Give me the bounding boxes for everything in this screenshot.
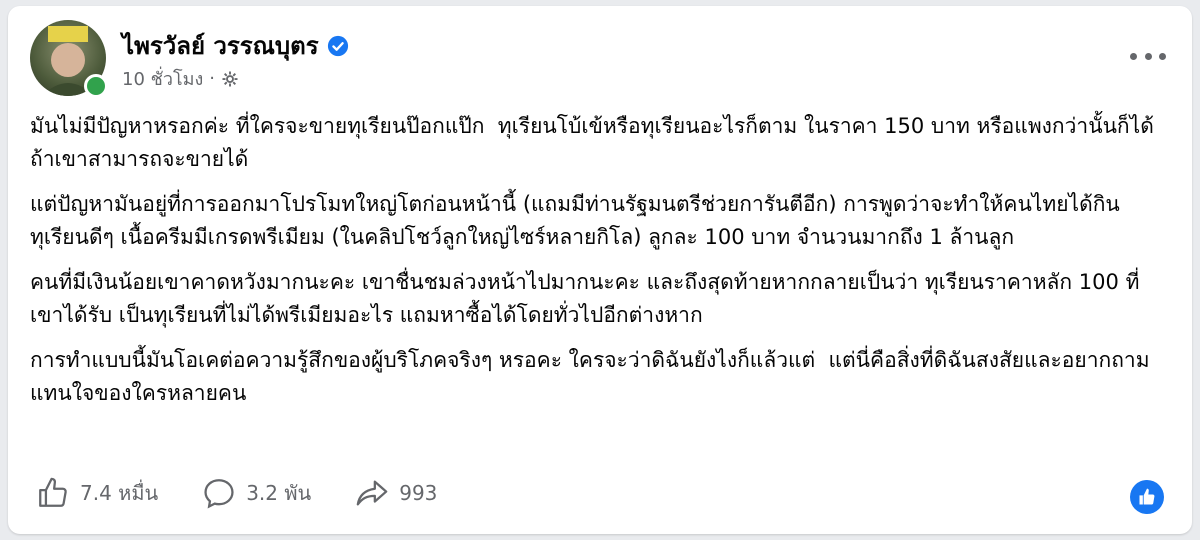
post-body: มันไม่มีปัญหาหรอกค่ะ ที่ใครจะขายทุเรียนป… — [30, 110, 1170, 422]
like-reaction-icon[interactable] — [1130, 480, 1164, 514]
post-actions-bar: 7.4 หมื่น 3.2 พัน 993 — [36, 476, 437, 510]
thumbs-up-filled-icon — [1139, 488, 1155, 505]
audience-gear-icon[interactable] — [221, 70, 239, 88]
post-paragraph: คนที่มีเงินน้อยเขาคาดหวังมากนะคะ เขาชื่น… — [30, 270, 1140, 327]
post-card: ไพรวัลย์ วรรณบุตร 10 ชั่วโมง · มันไม่มีป… — [8, 6, 1192, 534]
post-paragraph: มันไม่มีปัญหาหรอกค่ะ ที่ใครจะขายทุเรียนป… — [30, 114, 1161, 171]
thumbs-up-icon — [39, 477, 67, 507]
like-button[interactable]: 7.4 หมื่น — [36, 476, 158, 510]
post-time[interactable]: 10 ชั่วโมง — [122, 64, 203, 93]
post-paragraph: แต่ปัญหามันอยู่ที่การออกมาโปรโมทใหญ่โตก่… — [30, 192, 1120, 249]
online-status-dot — [84, 74, 108, 98]
author-name[interactable]: ไพรวัลย์ วรรณบุตร — [122, 26, 319, 65]
comment-count: 3.2 พัน — [246, 481, 312, 505]
comment-bubble-icon — [204, 479, 234, 509]
meta-separator: · — [209, 68, 216, 89]
share-button[interactable]: 993 — [355, 476, 437, 510]
more-dots-icon — [1130, 52, 1137, 60]
comment-button[interactable]: 3.2 พัน — [202, 476, 311, 510]
more-options-button[interactable] — [1130, 46, 1166, 66]
share-arrow-icon — [356, 480, 388, 506]
like-count: 7.4 หมื่น — [80, 481, 159, 505]
verified-badge-icon — [327, 35, 348, 56]
share-count: 993 — [399, 481, 438, 505]
post-paragraph: การทำแบบนี้มันโอเคต่อความรู้สึกของผู้บริ… — [30, 348, 1150, 405]
